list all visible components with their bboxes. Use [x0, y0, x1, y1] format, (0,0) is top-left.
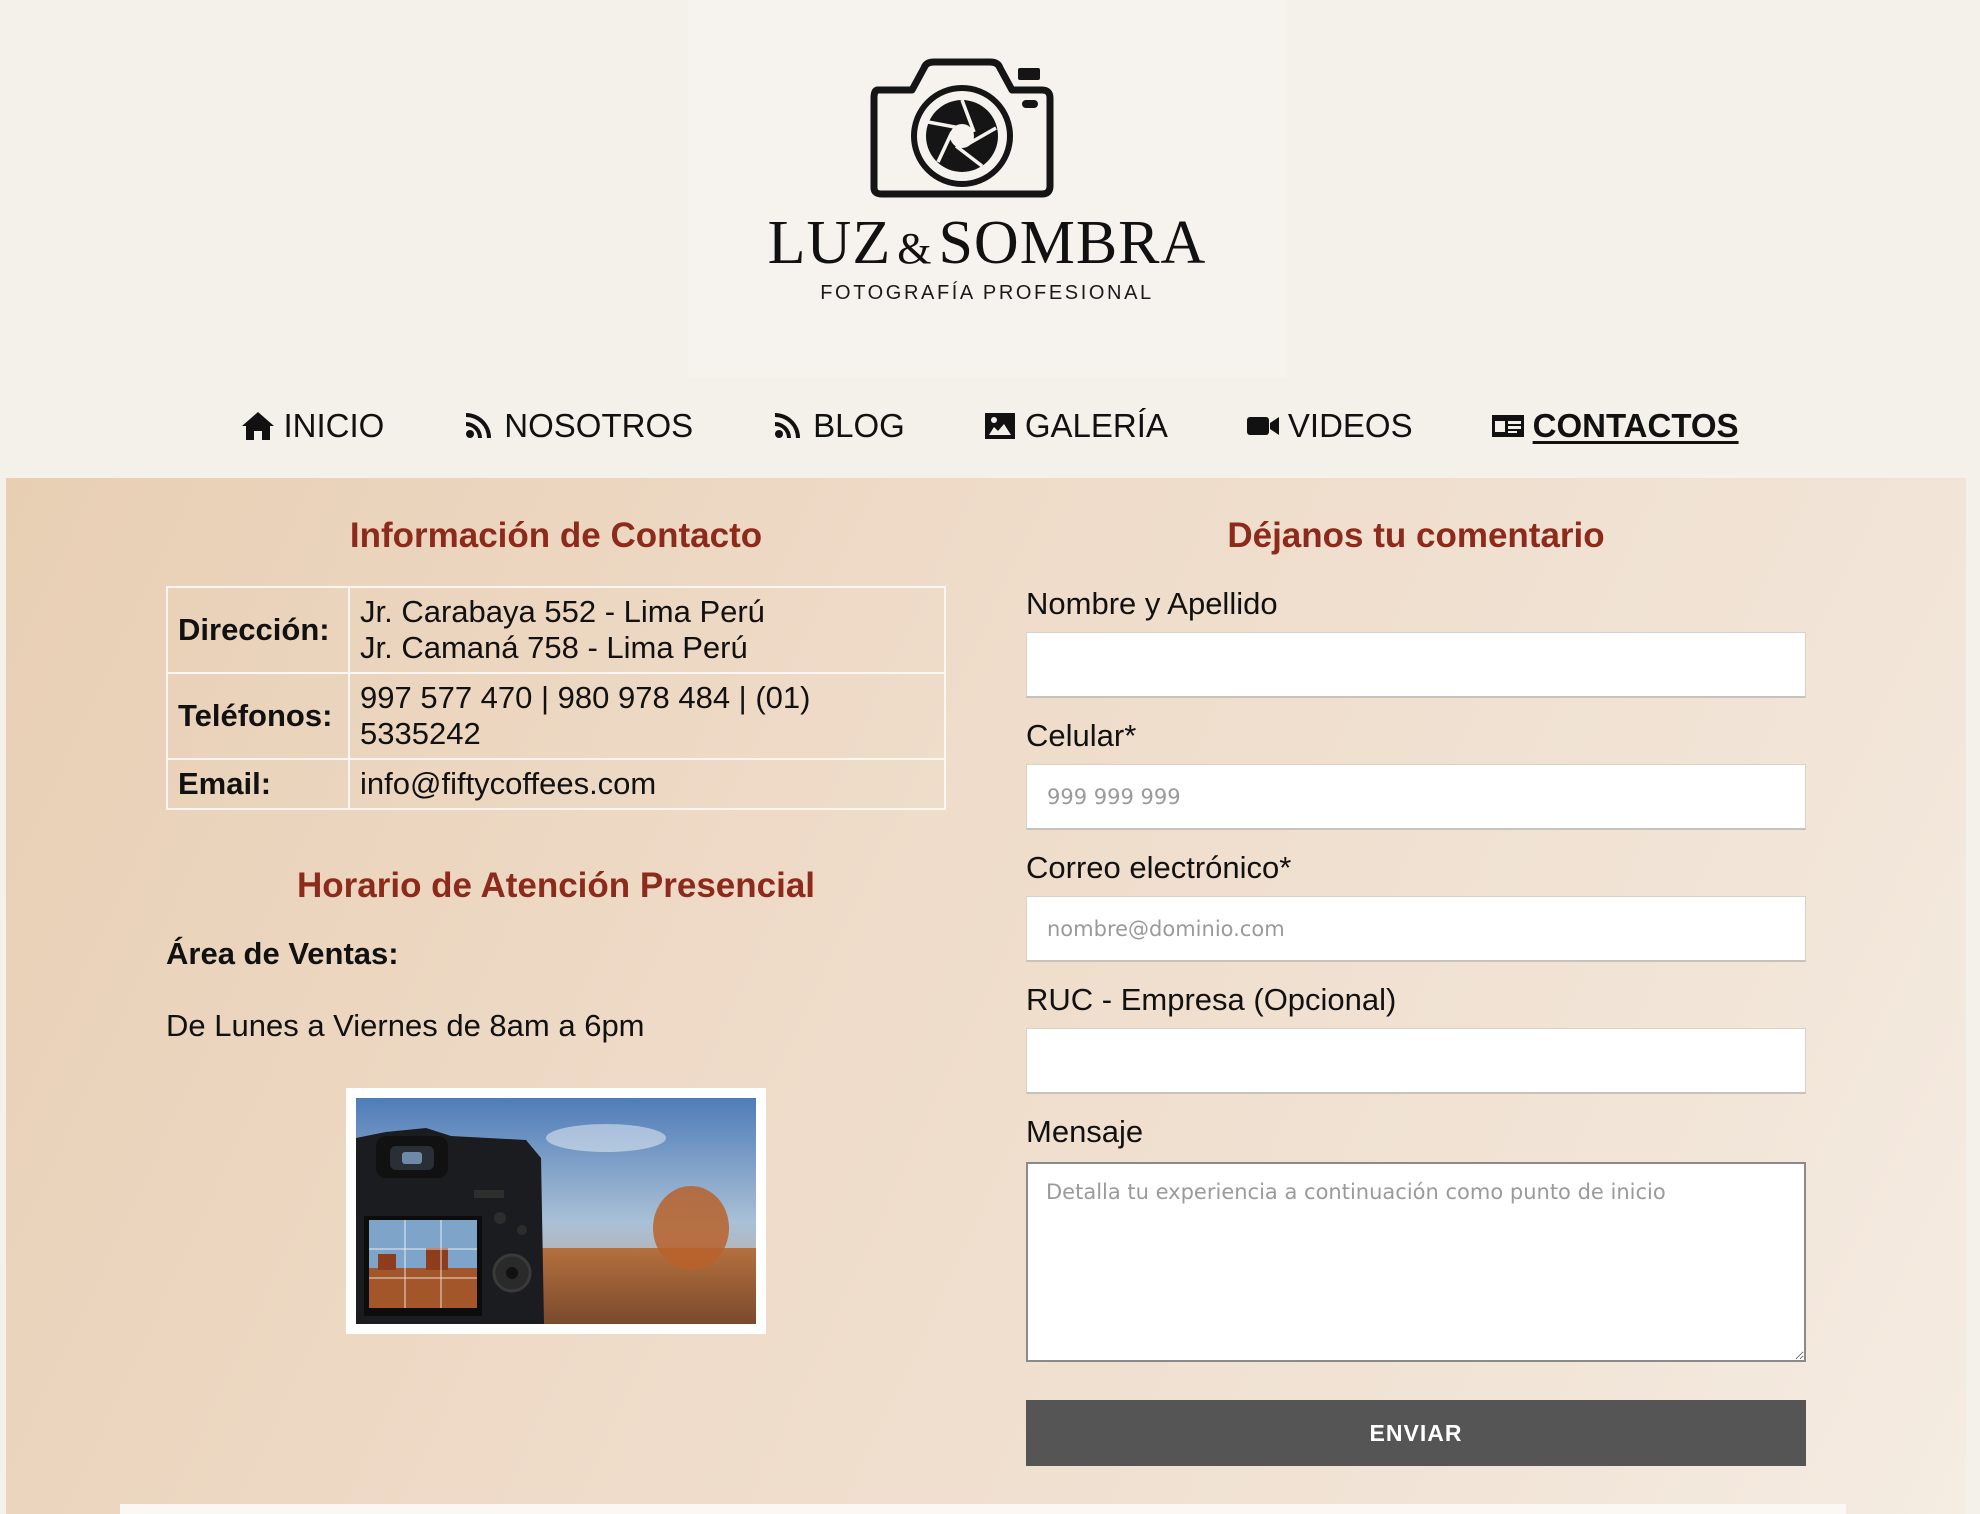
nav-label: INICIO: [283, 407, 385, 444]
address-line: Jr. Carabaya 552 - Lima Perú: [360, 594, 765, 629]
address-label: Dirección:: [166, 586, 350, 674]
phones-line: 5335242: [360, 716, 481, 751]
id-card-icon: [1491, 415, 1524, 437]
message-label: Mensaje: [1026, 1114, 1144, 1149]
form-heading: Déjanos tu comentario: [1227, 516, 1605, 555]
phone-label: Celular*: [1026, 718, 1137, 753]
brand-title: LUZ &SOMBRA: [688, 208, 1286, 284]
message-textarea[interactable]: [1026, 1162, 1806, 1362]
table-row: Email: info@fiftycoffees.com: [166, 758, 946, 810]
main-content: Información de Contacto Dirección: Jr. C…: [6, 478, 1966, 1514]
schedule-text: De Lunes a Viernes de 8am a 6pm: [166, 1008, 645, 1043]
table-row: Teléfonos: 997 577 470 | 980 978 484 | (…: [166, 672, 946, 760]
sales-area-label: Área de Ventas:: [166, 936, 399, 971]
camera-photo-image: [356, 1098, 756, 1324]
contact-heading: Información de Contacto: [349, 516, 763, 555]
nav-item-inicio[interactable]: INICIO: [241, 407, 384, 445]
phones-line: 997 577 470 | 980 978 484 | (01): [360, 680, 811, 715]
nav-item-blog[interactable]: BLOG: [771, 407, 905, 445]
email-link[interactable]: info@fiftycoffees.com: [360, 766, 934, 802]
nav-label: GALERÍA: [1024, 407, 1168, 444]
nav-item-nosotros[interactable]: NOSOTROS: [462, 407, 693, 445]
rss-icon: [775, 413, 801, 438]
ruc-label: RUC - Empresa (Opcional): [1026, 982, 1397, 1017]
ruc-input[interactable]: [1026, 1028, 1806, 1094]
nav-label: NOSOTROS: [504, 407, 694, 444]
address-line: Jr. Camaná 758 - Lima Perú: [360, 630, 748, 665]
brand-tagline: FOTOGRAFÍA PROFESIONAL: [820, 282, 1154, 304]
email-field-label: Correo electrónico*: [1026, 850, 1292, 885]
email-value: info@fiftycoffees.com: [348, 758, 946, 810]
email-field[interactable]: [1026, 896, 1806, 962]
phone-input[interactable]: [1026, 764, 1806, 830]
nav-item-contactos[interactable]: CONTACTOS: [1491, 407, 1739, 445]
camera-logo-icon: [870, 58, 1054, 198]
name-label: Nombre y Apellido: [1026, 586, 1278, 621]
phones-label: Teléfonos:: [166, 672, 350, 760]
brand-name-right: SOMBRA: [938, 209, 1207, 277]
submit-button[interactable]: ENVIAR: [1026, 1400, 1806, 1466]
video-icon: [1246, 417, 1279, 435]
phones-value: 997 577 470 | 980 978 484 | (01) 5335242: [348, 672, 946, 760]
hours-heading: Horario de Atención Presencial: [296, 866, 816, 905]
email-label: Email:: [166, 758, 350, 810]
home-icon: [242, 412, 275, 440]
camera-photo: [346, 1088, 766, 1334]
nav-item-galeria[interactable]: GALERÍA: [983, 407, 1168, 445]
image-icon: [984, 413, 1015, 439]
rss-icon: [466, 413, 492, 438]
brand-ampersand: &: [897, 224, 933, 273]
brand-name-left: LUZ: [767, 209, 892, 277]
nav-label: VIDEOS: [1287, 407, 1413, 444]
nav-label: BLOG: [813, 407, 905, 444]
contact-table: Dirección: Jr. Carabaya 552 - Lima Perú …: [166, 586, 946, 810]
table-row: Dirección: Jr. Carabaya 552 - Lima Perú …: [166, 586, 946, 674]
name-input[interactable]: [1026, 632, 1806, 698]
main-nav: INICIO NOSOTROS BLOG GALERÍA VIDEOS CONT…: [0, 400, 1980, 452]
address-value: Jr. Carabaya 552 - Lima Perú Jr. Camaná …: [348, 586, 946, 674]
footer-divider: [120, 1504, 1846, 1514]
nav-item-videos[interactable]: VIDEOS: [1246, 407, 1413, 445]
nav-label: CONTACTOS: [1532, 407, 1739, 444]
